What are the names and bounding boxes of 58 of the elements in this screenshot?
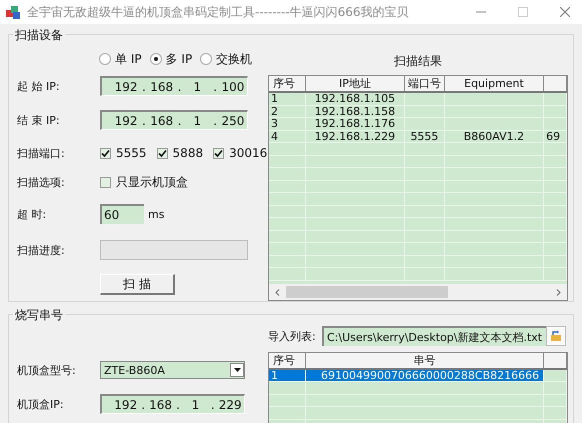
- table-cell: 192.168.1.229: [314, 130, 396, 142]
- browse-button[interactable]: [546, 326, 566, 346]
- path-field[interactable]: C:\Users\kerry\Desktop\新建文本文档.txt: [322, 326, 546, 346]
- field-label: 扫描进度:: [16, 242, 66, 258]
- group-title: 烧写串号: [13, 307, 65, 324]
- horizontal-scrollbar[interactable]: [269, 284, 567, 300]
- field-label: 结 束 IP:: [16, 112, 61, 128]
- radio-button[interactable]: 多 IP: [150, 50, 192, 68]
- table-cell: 3: [271, 118, 278, 130]
- column-header[interactable]: 序号: [271, 76, 295, 91]
- table-cell: 192.168.1.176: [314, 118, 396, 130]
- field-label: 超 时:: [16, 206, 48, 222]
- checkmark-icon: [101, 148, 110, 158]
- column-header[interactable]: 串号: [413, 352, 436, 368]
- checkmark-icon: [158, 148, 167, 158]
- field-label: 起 始 IP:: [16, 78, 61, 94]
- field-label: 机顶盒型号:: [16, 362, 77, 378]
- checkbox[interactable]: 5555: [100, 146, 147, 160]
- table-cell: B860AV1.2: [464, 130, 524, 142]
- table-cell: 1: [271, 93, 278, 104]
- table-cell: 5555: [410, 130, 438, 142]
- ip-field[interactable]: 192 . 168 . 1 . 250: [100, 110, 248, 130]
- checkbox[interactable]: 5888: [156, 146, 204, 160]
- caret-icon: [234, 368, 240, 372]
- results-title: 扫描结果: [393, 53, 443, 70]
- unit-label: ms: [148, 208, 164, 220]
- table-cell[interactable]: 1: [271, 370, 278, 382]
- table-cell: 192.168.1.158: [314, 106, 396, 117]
- checkbox[interactable]: 只显示机顶盒: [100, 174, 188, 190]
- field-label: 扫描选项:: [16, 174, 66, 190]
- table-cell: 192.168.1.105: [314, 93, 396, 104]
- table-cell: 2: [271, 106, 278, 117]
- table-cell: 4: [271, 130, 278, 142]
- folder-icon: [550, 330, 562, 342]
- column-header[interactable]: 序号: [271, 352, 295, 368]
- column-header[interactable]: IP地址: [338, 76, 371, 91]
- group-title: 扫描设备: [13, 27, 65, 44]
- column-header[interactable]: 端口号: [408, 76, 441, 91]
- column-header[interactable]: Equipment: [464, 77, 524, 90]
- radio-button[interactable]: 单 IP: [99, 50, 142, 68]
- ip-field[interactable]: 192 . 168 . 1 . 100: [100, 76, 248, 96]
- field-label: 导入列表:: [268, 328, 317, 344]
- field-label: 扫描端口:: [16, 146, 66, 160]
- close-icon[interactable]: [560, 7, 570, 17]
- timeout-field[interactable]: 60: [100, 204, 144, 224]
- scrollbar-thumb[interactable]: [286, 286, 448, 298]
- field-label: 机顶盒IP:: [16, 396, 65, 412]
- scroll-right-icon[interactable]: [556, 288, 561, 296]
- checkmark-icon: [214, 148, 224, 158]
- app-icon: [5, 4, 21, 20]
- scan-button[interactable]: 扫 描: [100, 274, 175, 294]
- window-title: 全宇宙无敌超级牛逼的机顶盒串码定制工具--------牛逼闪闪666我的宝贝: [27, 4, 410, 20]
- checkbox[interactable]: 30016: [213, 146, 268, 160]
- scroll-left-icon[interactable]: [275, 288, 280, 296]
- table-cell: 69: [546, 130, 560, 142]
- radio-button[interactable]: 交换机: [200, 50, 252, 68]
- ip-field[interactable]: 192 . 168 . 1 . 229: [100, 394, 245, 414]
- model-dropdown[interactable]: ZTE-B860A: [100, 361, 245, 379]
